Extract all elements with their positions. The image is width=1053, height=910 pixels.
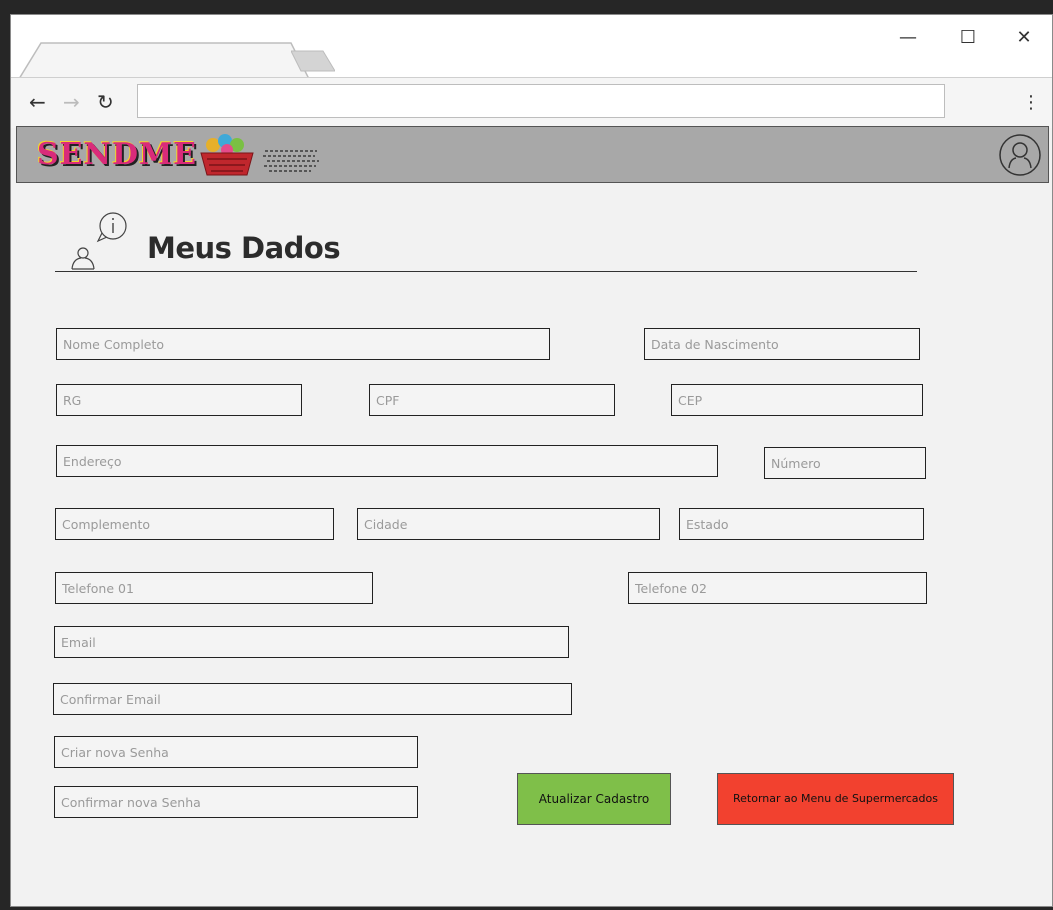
endereco-field[interactable] [56, 445, 718, 477]
close-icon[interactable]: ✕ [1007, 23, 1041, 53]
browser-tab-active[interactable] [19, 41, 309, 79]
estado-field[interactable] [679, 508, 924, 540]
minimize-icon[interactable]: — [891, 23, 925, 53]
browser-window: — ☐ ✕ ← → ↻ ⋮ SENDME Meus Dados Nome Com… [10, 14, 1053, 907]
cpf-field[interactable] [369, 384, 615, 416]
basket-icon [200, 134, 254, 176]
cep-field[interactable] [671, 384, 923, 416]
maximize-icon[interactable]: ☐ [951, 23, 985, 53]
atualizar-cadastro-button[interactable]: Atualizar Cadastro [517, 773, 671, 825]
criar-senha-field[interactable] [54, 736, 418, 768]
telefone-01-field[interactable] [55, 572, 373, 604]
rg-field[interactable] [56, 384, 302, 416]
browser-titlebar: — ☐ ✕ [11, 15, 1052, 79]
url-input[interactable] [137, 84, 945, 118]
confirmar-senha-field[interactable] [54, 786, 418, 818]
nome-completo-field[interactable] [56, 328, 550, 360]
title-divider [55, 271, 917, 272]
speed-lines-icon [263, 150, 319, 172]
browser-toolbar: ← → ↻ ⋮ [11, 77, 1052, 128]
numero-field[interactable] [764, 447, 926, 479]
desktop-background: — ☐ ✕ ← → ↻ ⋮ SENDME Meus Dados Nome Com… [0, 0, 1053, 910]
data-nascimento-field[interactable] [644, 328, 920, 360]
email-field[interactable] [54, 626, 569, 658]
telefone-02-field[interactable] [628, 572, 927, 604]
confirmar-email-field[interactable] [53, 683, 572, 715]
browser-tab-new[interactable] [291, 49, 335, 73]
page-title: Meus Dados [147, 231, 341, 265]
retornar-menu-button[interactable]: Retornar ao Menu de Supermercados [717, 773, 954, 825]
forward-arrow-icon[interactable]: → [63, 88, 80, 116]
reload-icon[interactable]: ↻ [97, 88, 114, 116]
user-profile-icon[interactable] [998, 133, 1042, 177]
cidade-field[interactable] [357, 508, 660, 540]
back-arrow-icon[interactable]: ← [29, 88, 46, 116]
menu-dots-icon[interactable]: ⋮ [1022, 90, 1040, 116]
logo-text: SENDME [37, 137, 198, 172]
complemento-field[interactable] [55, 508, 334, 540]
user-info-icon [71, 212, 127, 270]
page-content: Meus Dados Atualizar Cadastro Retornar a… [11, 183, 1052, 903]
app-header: SENDME [16, 126, 1049, 183]
